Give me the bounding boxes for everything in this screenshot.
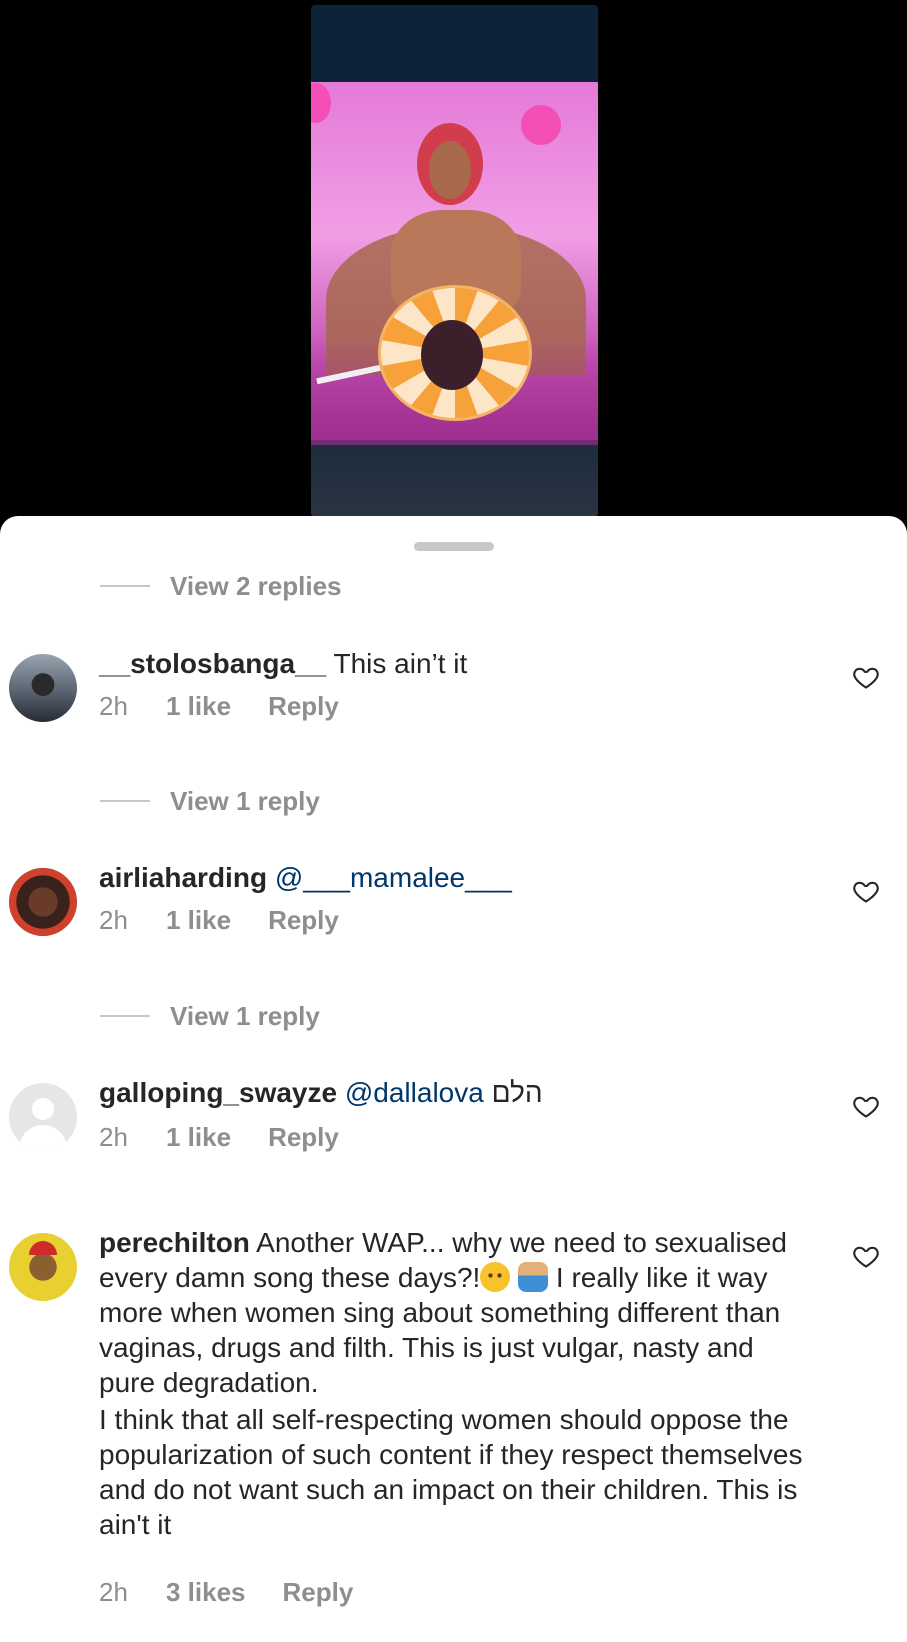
video-frame-lollipop-small-left — [311, 83, 331, 123]
comment-meta: 2h 1 like Reply — [99, 905, 339, 936]
comment-meta: 2h 3 likes Reply — [99, 1577, 353, 1608]
view-replies-label: View 1 reply — [170, 1000, 320, 1031]
comment-text: galloping_swayze @dallalova הלם — [99, 1075, 814, 1110]
comment-body: This ain’t it — [333, 648, 468, 679]
comment-time: 2h — [99, 905, 128, 935]
video-player[interactable] — [311, 5, 598, 517]
comment-likes[interactable]: 3 likes — [166, 1577, 246, 1608]
comment-likes[interactable]: 1 like — [166, 1122, 231, 1153]
avatar-placeholder-head — [32, 1098, 54, 1120]
avatar-cap — [29, 1241, 57, 1255]
video-frame-lollipop-small — [521, 105, 561, 145]
comment-text: airliaharding @___mamalee___ — [99, 860, 814, 895]
unamused-face-icon — [480, 1262, 511, 1292]
heart-outline-icon[interactable] — [852, 663, 880, 691]
comment-username[interactable]: galloping_swayze — [99, 1077, 337, 1108]
comment-text: __stolosbanga__ This ain’t it — [99, 646, 814, 681]
comment-username[interactable]: airliaharding — [99, 862, 267, 893]
comment-likes[interactable]: 1 like — [166, 905, 231, 936]
replies-divider — [100, 585, 150, 587]
comment-time: 2h — [99, 1122, 128, 1152]
comment-body: הלם — [491, 1077, 543, 1108]
replies-divider — [100, 1015, 150, 1017]
avatar[interactable] — [9, 1233, 77, 1301]
heart-outline-icon[interactable] — [852, 1242, 880, 1270]
comment-body-part3: I think that all self-respecting women s… — [99, 1404, 803, 1540]
avatar-placeholder-body — [19, 1125, 67, 1151]
comment-mention[interactable]: @dallalova — [345, 1077, 484, 1108]
view-replies-link[interactable]: View 1 reply — [100, 786, 320, 816]
comment-username[interactable]: __stolosbanga__ — [99, 648, 326, 679]
avatar[interactable] — [9, 868, 77, 936]
heart-outline-icon[interactable] — [852, 1092, 880, 1120]
comment-meta: 2h 1 like Reply — [99, 691, 339, 722]
view-replies-link[interactable]: View 1 reply — [100, 1001, 320, 1031]
view-replies-link[interactable]: View 2 replies — [100, 571, 342, 601]
video-area — [0, 0, 907, 520]
comment-time: 2h — [99, 691, 128, 721]
comment-meta: 2h 1 like Reply — [99, 1122, 339, 1153]
person-shrugging-icon — [518, 1262, 549, 1292]
replies-divider — [100, 800, 150, 802]
comment-likes[interactable]: 1 like — [166, 691, 231, 722]
video-frame-face — [429, 141, 471, 199]
comments-sheet: View 2 replies __stolosbanga__ This ain’… — [0, 516, 907, 1642]
comment-mention[interactable]: @___mamalee___ — [275, 862, 512, 893]
avatar[interactable] — [9, 1083, 77, 1151]
comment-text: perechilton Another WAP... why we need t… — [99, 1225, 809, 1542]
reply-button[interactable]: Reply — [268, 691, 339, 722]
heart-outline-icon[interactable] — [852, 877, 880, 905]
view-replies-label: View 2 replies — [170, 570, 342, 601]
sheet-drag-handle[interactable] — [414, 542, 494, 551]
view-replies-label: View 1 reply — [170, 785, 320, 816]
reply-button[interactable]: Reply — [283, 1577, 354, 1608]
avatar[interactable] — [9, 654, 77, 722]
comment-time: 2h — [99, 1577, 128, 1607]
comment-username[interactable]: perechilton — [99, 1227, 250, 1258]
video-frame-lollipop-center — [421, 320, 483, 390]
reply-button[interactable]: Reply — [268, 1122, 339, 1153]
reply-button[interactable]: Reply — [268, 905, 339, 936]
